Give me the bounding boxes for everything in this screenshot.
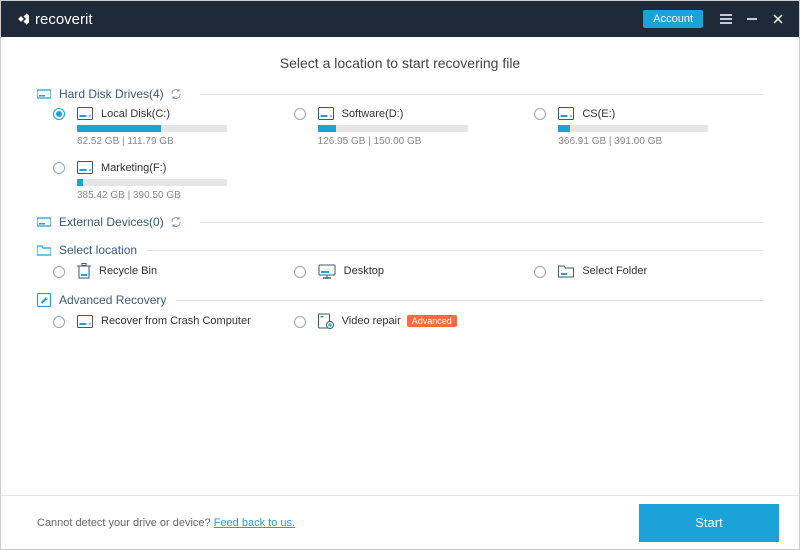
radio[interactable] bbox=[294, 108, 306, 120]
radio-selected[interactable] bbox=[53, 108, 65, 120]
drive-size: 366.91 GB | 391.00 GB bbox=[558, 136, 763, 147]
drive-name: Software(D:) bbox=[342, 108, 404, 120]
radio[interactable] bbox=[53, 162, 65, 174]
page-title: Select a location to start recovering fi… bbox=[37, 55, 763, 71]
advanced-grid: Recover from Crash Computer Video repair… bbox=[37, 313, 763, 329]
start-button[interactable]: Start bbox=[639, 504, 779, 542]
section-select-location: Select location Recycle Bin Desktop bbox=[37, 243, 763, 279]
drive-size: 126.95 GB | 150.00 GB bbox=[318, 136, 523, 147]
advanced-badge: Advanced bbox=[407, 315, 457, 327]
section-select-location-header: Select location bbox=[37, 243, 763, 257]
section-drives-header: Hard Disk Drives(4) bbox=[37, 87, 763, 101]
drive-size: 385.42 GB | 390.50 GB bbox=[77, 190, 282, 201]
brand-text: recoverit bbox=[35, 11, 93, 28]
location-label: Desktop bbox=[344, 265, 384, 277]
disk-icon bbox=[77, 161, 93, 174]
titlebar: recoverit Account bbox=[1, 1, 799, 37]
section-drives: Hard Disk Drives(4) Local Disk(C:) 62.52… bbox=[37, 87, 763, 201]
content-area: Select a location to start recovering fi… bbox=[1, 37, 799, 495]
section-external: External Devices(0) bbox=[37, 215, 763, 229]
usage-bar bbox=[77, 125, 227, 132]
account-button[interactable]: Account bbox=[643, 10, 703, 28]
desktop-icon bbox=[318, 264, 336, 279]
menu-icon[interactable] bbox=[713, 6, 739, 32]
drive-item[interactable]: Marketing(F:) 385.42 GB | 390.50 GB bbox=[53, 161, 282, 201]
usage-bar bbox=[558, 125, 708, 132]
minimize-button[interactable] bbox=[739, 6, 765, 32]
location-label: Recycle Bin bbox=[99, 265, 157, 277]
video-repair-icon bbox=[318, 313, 334, 329]
footer-text: Cannot detect your drive or device? Feed… bbox=[37, 517, 295, 529]
refresh-icon[interactable] bbox=[170, 88, 182, 100]
disk-icon bbox=[77, 315, 93, 328]
drive-item[interactable]: Software(D:) 126.95 GB | 150.00 GB bbox=[294, 107, 523, 147]
section-external-title: External Devices(0) bbox=[59, 215, 164, 229]
locations-grid: Recycle Bin Desktop Select Folder bbox=[37, 263, 763, 279]
section-advanced: Advanced Recovery Recover from Crash Com… bbox=[37, 293, 763, 329]
drive-name: CS(E:) bbox=[582, 108, 615, 120]
drive-name: Local Disk(C:) bbox=[101, 108, 170, 120]
drive-size: 62.52 GB | 111.79 GB bbox=[77, 136, 282, 147]
radio[interactable] bbox=[534, 108, 546, 120]
folder-section-icon bbox=[37, 244, 51, 256]
section-external-header: External Devices(0) bbox=[37, 215, 763, 229]
location-select-folder[interactable]: Select Folder bbox=[534, 263, 763, 279]
refresh-icon[interactable] bbox=[170, 216, 182, 228]
brand: recoverit bbox=[13, 11, 93, 28]
close-button[interactable] bbox=[765, 6, 791, 32]
advanced-label: Video repair bbox=[342, 315, 401, 327]
disk-icon bbox=[558, 107, 574, 120]
logo-icon bbox=[13, 11, 29, 27]
drive-name: Marketing(F:) bbox=[101, 162, 166, 174]
location-label: Select Folder bbox=[582, 265, 647, 277]
feedback-link[interactable]: Feed back to us. bbox=[214, 517, 295, 529]
recycle-bin-icon bbox=[77, 263, 91, 279]
usage-bar bbox=[77, 179, 227, 186]
usage-bar bbox=[318, 125, 468, 132]
section-select-location-title: Select location bbox=[59, 243, 137, 257]
radio[interactable] bbox=[53, 316, 65, 328]
advanced-crash-recovery[interactable]: Recover from Crash Computer bbox=[53, 313, 282, 329]
drive-section-icon bbox=[37, 88, 51, 100]
drive-item[interactable]: Local Disk(C:) 62.52 GB | 111.79 GB bbox=[53, 107, 282, 147]
radio[interactable] bbox=[53, 266, 65, 278]
location-recycle-bin[interactable]: Recycle Bin bbox=[53, 263, 282, 279]
advanced-video-repair[interactable]: Video repair Advanced bbox=[294, 313, 523, 329]
location-desktop[interactable]: Desktop bbox=[294, 263, 523, 279]
wrench-icon bbox=[37, 293, 51, 307]
drives-grid: Local Disk(C:) 62.52 GB | 111.79 GB Soft… bbox=[37, 107, 763, 201]
advanced-label: Recover from Crash Computer bbox=[101, 315, 251, 327]
section-advanced-header: Advanced Recovery bbox=[37, 293, 763, 307]
app-window: recoverit Account Select a location to s… bbox=[0, 0, 800, 550]
disk-icon bbox=[77, 107, 93, 120]
external-section-icon bbox=[37, 216, 51, 228]
radio[interactable] bbox=[294, 266, 306, 278]
footer: Cannot detect your drive or device? Feed… bbox=[1, 495, 799, 549]
folder-icon bbox=[558, 264, 574, 278]
section-advanced-title: Advanced Recovery bbox=[59, 293, 166, 307]
radio[interactable] bbox=[534, 266, 546, 278]
drive-item[interactable]: CS(E:) 366.91 GB | 391.00 GB bbox=[534, 107, 763, 147]
radio[interactable] bbox=[294, 316, 306, 328]
section-drives-title: Hard Disk Drives(4) bbox=[59, 87, 164, 101]
disk-icon bbox=[318, 107, 334, 120]
